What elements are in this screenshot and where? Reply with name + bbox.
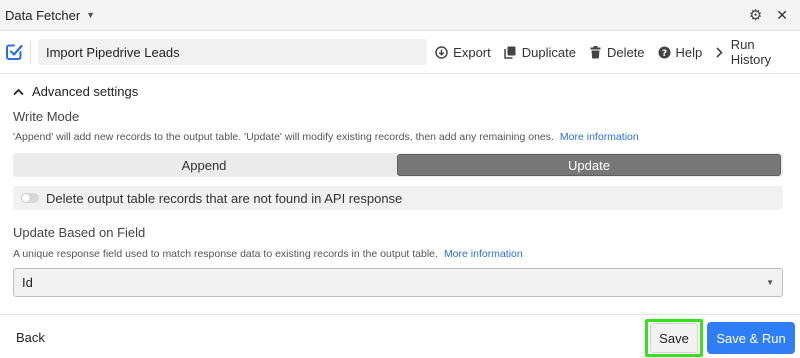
save-button[interactable]: Save xyxy=(650,323,698,353)
close-icon[interactable]: ✕ xyxy=(776,8,788,22)
caret-down-icon: ▼ xyxy=(766,278,774,287)
delete-records-row: Delete output table records that are not… xyxy=(13,186,783,210)
svg-text:?: ? xyxy=(661,48,666,58)
duplicate-icon xyxy=(504,46,517,59)
advanced-settings-toggle[interactable]: Advanced settings xyxy=(13,84,138,99)
title-bar: Data Fetcher ▼ ⚙ ✕ xyxy=(0,0,800,31)
footer: Back Save Save & Run xyxy=(0,314,800,358)
toolbar-divider xyxy=(30,40,31,64)
app-title: Data Fetcher xyxy=(5,7,81,23)
trash-icon xyxy=(589,45,602,59)
help-label: Help xyxy=(675,44,703,60)
write-mode-more-info-link[interactable]: More information xyxy=(560,131,639,143)
export-button[interactable]: Export xyxy=(435,45,491,60)
caret-down-icon: ▼ xyxy=(86,10,96,20)
write-mode-update-option[interactable]: Update xyxy=(397,154,781,176)
chevron-right-icon xyxy=(715,46,723,59)
duplicate-button[interactable]: Duplicate xyxy=(504,45,576,60)
update-field-more-info-link[interactable]: More information xyxy=(444,248,523,260)
update-field-help: A unique response field used to match re… xyxy=(13,248,523,260)
run-history-label: Run History xyxy=(730,37,772,67)
write-mode-selector: Append Update xyxy=(13,153,783,177)
write-mode-label: Write Mode xyxy=(13,109,80,124)
block-name-input[interactable] xyxy=(37,39,428,65)
toolbar: Export Duplicate Delete ? Help Run Histo… xyxy=(0,31,800,74)
download-circle-icon xyxy=(435,45,448,59)
delete-button[interactable]: Delete xyxy=(589,45,645,60)
chevron-up-icon xyxy=(13,84,25,99)
write-mode-append-option[interactable]: Append xyxy=(13,153,395,177)
delete-records-label: Delete output table records that are not… xyxy=(46,190,403,206)
export-label: Export xyxy=(453,44,491,60)
toggle-knob xyxy=(22,194,30,202)
delete-records-toggle[interactable] xyxy=(21,193,39,203)
update-field-label: Update Based on Field xyxy=(13,225,146,240)
help-button[interactable]: ? Help xyxy=(658,44,703,60)
delete-label: Delete xyxy=(606,44,645,60)
update-field-select[interactable]: Id ▼ xyxy=(13,268,783,297)
advanced-settings-title: Advanced settings xyxy=(32,84,139,99)
help-circle-icon: ? xyxy=(658,46,671,59)
app-title-dropdown[interactable]: Data Fetcher ▼ xyxy=(5,8,95,23)
update-field-help-text: A unique response field used to match re… xyxy=(13,248,438,260)
run-history-button[interactable]: Run History xyxy=(715,37,787,67)
settings-panel: Advanced settings Write Mode 'Append' wi… xyxy=(0,74,800,314)
edit-block-icon xyxy=(5,43,23,61)
update-field-value: Id xyxy=(22,275,33,290)
back-button[interactable]: Back xyxy=(16,330,45,345)
gear-icon[interactable]: ⚙ xyxy=(749,8,762,23)
write-mode-help: 'Append' will add new records to the out… xyxy=(13,131,639,143)
save-and-run-button[interactable]: Save & Run xyxy=(707,322,795,354)
duplicate-label: Duplicate xyxy=(521,44,576,60)
write-mode-help-text: 'Append' will add new records to the out… xyxy=(13,131,554,143)
